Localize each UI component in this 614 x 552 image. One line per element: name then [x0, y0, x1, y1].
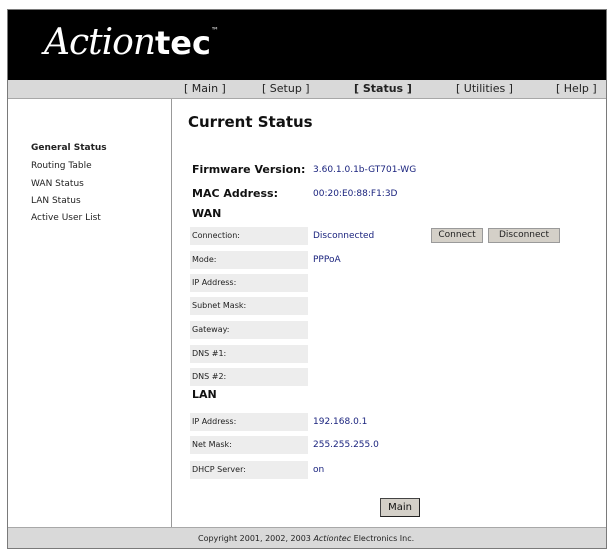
lan-dhcp-label: DHCP Server: — [190, 461, 308, 479]
mac-label: MAC Address: — [192, 187, 279, 200]
lan-ip-value: 192.168.0.1 — [313, 417, 368, 427]
copyright-suffix: Electronics Inc. — [351, 534, 415, 543]
top-nav: [ Main ] [ Setup ] [ Status ] [ Utilitie… — [8, 80, 606, 99]
wan-mode-label: Mode: — [190, 251, 308, 269]
lan-netmask-label: Net Mask: — [190, 436, 308, 454]
nav-utilities[interactable]: [ Utilities ] — [456, 82, 513, 95]
wan-connection-value: Disconnected — [313, 231, 375, 241]
lan-netmask-value: 255.255.255.0 — [313, 440, 379, 450]
sidebar-item-general-status[interactable]: General Status — [31, 143, 107, 153]
copyright-text: Copyright 2001, 2002, 2003 Actiontec Ele… — [198, 534, 414, 543]
connect-button[interactable]: Connect — [431, 228, 483, 243]
router-admin-window: Actiontec™ [ Main ] [ Setup ] [ Status ]… — [7, 9, 607, 549]
firmware-label: Firmware Version: — [192, 163, 306, 176]
logo-tec: tec — [155, 24, 211, 62]
lan-dhcp-value: on — [313, 465, 325, 475]
wan-gateway-label: Gateway: — [190, 321, 308, 339]
wan-dns2-label: DNS #2: — [190, 368, 308, 386]
copyright-prefix: Copyright 2001, 2002, 2003 — [198, 534, 314, 543]
main-button[interactable]: Main — [380, 498, 420, 517]
nav-help[interactable]: [ Help ] — [556, 82, 597, 95]
wan-subnet-label: Subnet Mask: — [190, 297, 308, 315]
firmware-value: 3.60.1.0.1b-GT701-WG — [313, 165, 417, 175]
page-title: Current Status — [188, 113, 313, 131]
wan-dns1-label: DNS #1: — [190, 345, 308, 363]
sidebar-item-lan-status[interactable]: LAN Status — [31, 196, 81, 206]
header-bar: Actiontec™ — [8, 10, 606, 80]
nav-main[interactable]: [ Main ] — [184, 82, 226, 95]
sidebar-item-wan-status[interactable]: WAN Status — [31, 179, 84, 189]
logo-trademark: ™ — [210, 26, 219, 35]
mac-value: 00:20:E0:88:F1:3D — [313, 189, 398, 199]
main-content: Current Status Firmware Version: 3.60.1.… — [172, 99, 606, 527]
disconnect-button[interactable]: Disconnect — [488, 228, 560, 243]
wan-ip-label: IP Address: — [190, 274, 308, 292]
footer-bar: Copyright 2001, 2002, 2003 Actiontec Ele… — [8, 527, 606, 548]
wan-connection-label: Connection: — [190, 227, 308, 245]
sidebar-item-active-user-list[interactable]: Active User List — [31, 213, 101, 223]
sidebar: General Status Routing Table WAN Status … — [8, 99, 172, 527]
copyright-brand: Actiontec — [313, 534, 352, 543]
lan-ip-label: IP Address: — [190, 413, 308, 431]
actiontec-logo: Actiontec™ — [44, 22, 219, 63]
wan-mode-value: PPPoA — [313, 255, 341, 265]
nav-status[interactable]: [ Status ] — [354, 82, 412, 95]
logo-script: Action — [44, 22, 156, 63]
nav-setup[interactable]: [ Setup ] — [262, 82, 310, 95]
wan-heading: WAN — [192, 207, 222, 220]
lan-heading: LAN — [192, 388, 217, 401]
sidebar-item-routing-table[interactable]: Routing Table — [31, 161, 92, 171]
